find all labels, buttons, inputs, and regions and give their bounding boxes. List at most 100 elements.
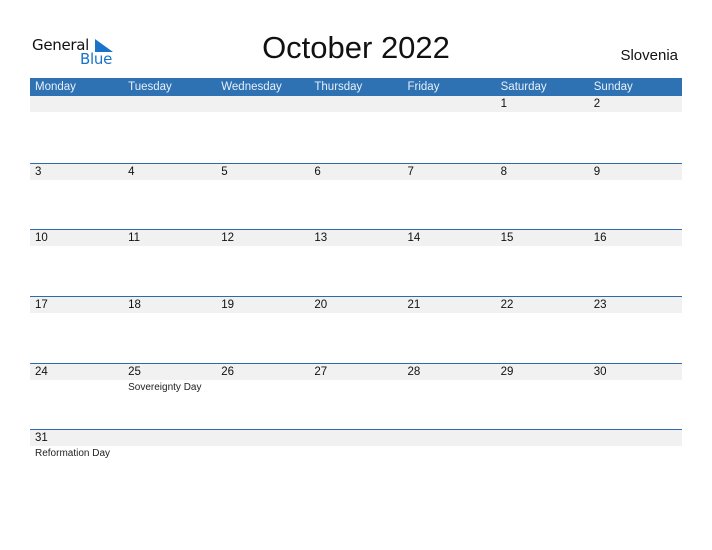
day-number: 3 [35,165,42,178]
day-number: 18 [128,299,141,312]
day-number: 25 [128,365,141,378]
day-cell: 4 [123,164,216,180]
day-number: 12 [221,232,235,245]
day-number [314,430,402,446]
weekday-header: Monday Tuesday Wednesday Thursday Friday… [30,78,682,96]
day-cell: 5 [216,164,309,180]
day-number: 8 [500,165,508,178]
day-cell [216,430,309,460]
holiday-label: Reformation Day [35,448,111,460]
week-cells: 10 11 12 13 14 15 16 [30,230,682,246]
country-label: Slovenia [620,47,678,64]
day-number: 29 [500,365,514,378]
day-number [221,96,309,112]
week-row: 31 Reformation Day [30,429,682,496]
day-cell [216,96,309,112]
week-row: 12 [30,96,682,163]
day-cell: 12 [216,230,309,246]
day-cell [123,96,216,112]
day-number: 1 [500,98,508,110]
week-cells: 24 25 Sovereignty Day 26 27 28 29 30 [30,364,682,394]
day-cell: 29 [496,364,589,394]
day-number: 28 [407,365,421,378]
day-cell: 6 [309,164,402,180]
day-cell: 21 [403,297,496,313]
day-cell: 9 [589,164,682,180]
day-number: 10 [35,232,48,245]
day-cell: 8 [496,164,589,180]
week-cells: 3 4 5 6 7 8 9 [30,164,682,180]
day-number: 31 [35,432,48,445]
day-number: 27 [314,365,328,378]
week-row: 24 25 Sovereignty Day 26 27 28 29 30 [30,362,682,430]
day-number [35,96,123,112]
day-number [594,430,682,446]
day-cell: 22 [496,297,589,313]
day-cell: 14 [403,230,496,246]
weekday-sunday: Sunday [593,81,633,93]
day-cell [403,96,496,112]
day-cell: 31 Reformation Day [30,430,123,460]
day-number [314,96,402,112]
day-cell: 20 [309,297,402,313]
day-cell [123,430,216,460]
day-number: 17 [35,299,48,312]
weekday-tuesday: Tuesday [128,81,172,93]
week-row: 17 18 19 20 21 22 23 [30,296,682,363]
day-cell: 10 [30,230,123,246]
day-cell: 1 [496,96,589,112]
page-title: October 2022 [262,30,450,65]
day-number: 24 [35,365,48,378]
weekday-monday: Monday [35,81,76,93]
day-number: 11 [128,232,141,245]
day-cell: 17 [30,297,123,313]
weekday-wednesday: Wednesday [221,81,282,93]
day-number: 6 [314,165,321,178]
day-number [221,430,309,446]
week-cells: 12 [30,96,682,112]
day-cell: 27 [309,364,402,394]
day-number [408,96,496,112]
day-cell: 3 [30,164,123,180]
day-number: 20 [314,299,328,312]
holiday-label: Sovereignty Day [128,381,202,393]
day-cell: 18 [123,297,216,313]
day-cell: 7 [403,164,496,180]
week-cells: 31 Reformation Day [30,430,682,460]
weekday-friday: Friday [407,81,440,93]
day-number [128,430,216,446]
day-number: 26 [221,365,235,378]
day-cell: 25 Sovereignty Day [123,364,216,394]
day-number: 2 [593,98,601,110]
day-number: 21 [407,299,421,312]
week-cells: 17 18 19 20 21 22 23 [30,297,682,313]
day-cell: 19 [216,297,309,313]
day-cell: 23 [589,297,682,313]
day-number: 16 [593,232,607,245]
day-cell [309,96,402,112]
day-number: 4 [128,165,135,178]
week-row: 3 4 5 6 7 8 9 [30,162,682,230]
day-cell: 26 [216,364,309,394]
day-cell [496,430,589,460]
day-number: 30 [593,365,607,378]
weeks-container: 1 2 3 4 5 6 7 8 9 10 11 12 13 14 15 16 17 18 19 20 21 22 23 24 2… [30,96,682,496]
day-cell [403,430,496,460]
day-cell: 2 [589,96,682,112]
week-row: 10 11 12 13 14 15 16 [30,229,682,296]
day-cell: 24 [30,364,123,394]
day-number: 14 [407,232,421,245]
day-cell: 13 [309,230,402,246]
day-cell [589,430,682,460]
day-number [501,430,589,446]
weekday-saturday: Saturday [500,81,547,93]
day-cell [309,430,402,460]
day-cell: 16 [589,230,682,246]
day-cell: 28 [403,364,496,394]
day-number: 22 [500,299,514,312]
day-number: 13 [314,232,328,245]
day-cell: 30 [589,364,682,394]
day-number: 7 [407,165,414,178]
day-cell: 15 [496,230,589,246]
day-number: 19 [221,299,235,312]
